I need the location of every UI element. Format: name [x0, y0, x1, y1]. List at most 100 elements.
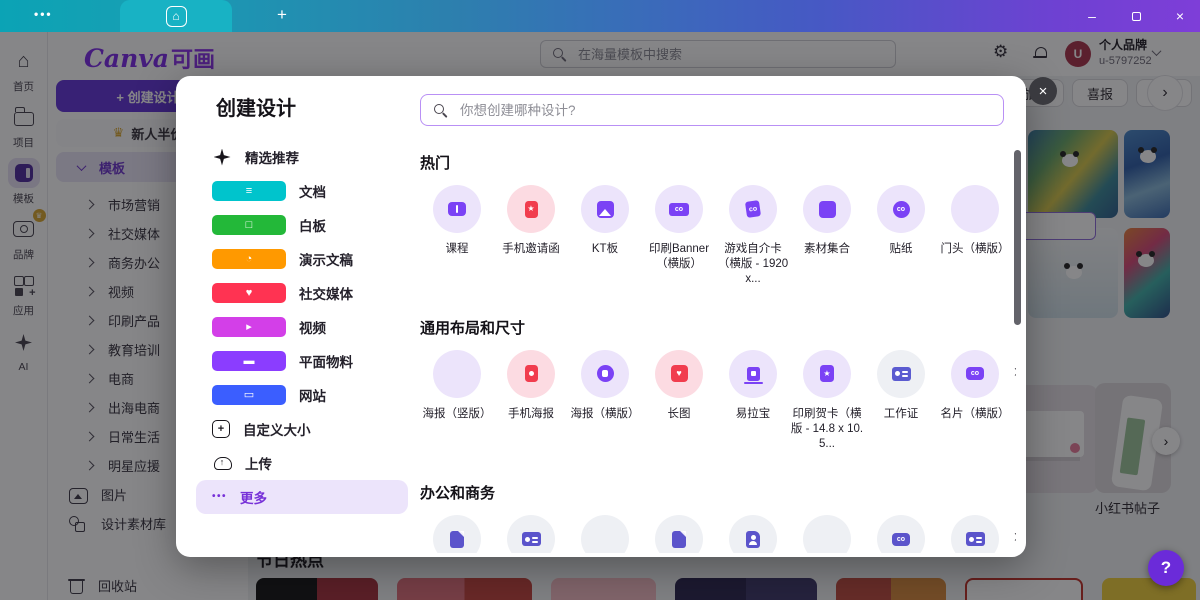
featured-sparkle-icon — [212, 147, 232, 167]
maximize-button[interactable] — [1128, 12, 1144, 21]
design-type-tile[interactable]: 课程 — [420, 185, 494, 288]
icon-mark: ♥ — [246, 288, 253, 299]
co-mark: co — [897, 536, 905, 543]
co-mark: co — [971, 370, 979, 377]
design-type-tile[interactable]: 易拉宝 — [716, 350, 790, 453]
tile-label: 印刷Banner（横版） — [642, 242, 716, 272]
section-title: 办公和商务 — [420, 482, 1016, 503]
tile-icon-circle — [507, 350, 555, 398]
design-type-tile[interactable]: 会议牌 — [790, 515, 864, 553]
modal-menu-item[interactable]: ↑上传 — [196, 446, 408, 480]
modal-menu-item[interactable]: ≡文档 — [196, 174, 408, 208]
modal-menu-label: 文档 — [299, 181, 326, 201]
banner-co-glyph: co — [669, 203, 689, 216]
tile-label: 手机海报 — [508, 407, 554, 422]
design-type-tile[interactable]: 圆角名片 — [938, 515, 1012, 553]
design-type-tile[interactable]: 海报（竖版） — [420, 350, 494, 453]
tile-icon-circle: co — [951, 350, 999, 398]
print-icon: ▬ — [212, 351, 286, 371]
window-menu-button[interactable]: ••• — [34, 7, 53, 21]
design-type-tile[interactable]: co 名片（横版） — [938, 350, 1012, 453]
tile-label: 名片（横版） — [941, 407, 1010, 422]
window-close-button[interactable]: × — [1172, 9, 1188, 23]
design-type-tile[interactable]: co贴纸 — [864, 185, 938, 288]
design-type-tile[interactable]: 授权书（横版）（模板） — [568, 515, 642, 553]
modal-scrollbar-track[interactable] — [1014, 142, 1021, 547]
design-type-tile[interactable]: 工作证 — [864, 350, 938, 453]
tile-label: 课程 — [446, 242, 469, 257]
design-type-tile[interactable]: KT板 — [568, 185, 642, 288]
person-doc-glyph — [746, 531, 760, 548]
icon-mark: ↑ — [220, 458, 225, 467]
maximize-icon — [1132, 12, 1141, 21]
grid-glyph — [819, 201, 836, 218]
heart-mark: ♥ — [676, 369, 681, 378]
tile-icon-circle: ★ — [507, 185, 555, 233]
modal-close-button[interactable]: × — [1029, 77, 1057, 105]
modal-menu-item[interactable]: +自定义大小 — [196, 412, 408, 446]
modal-menu-label: 网站 — [299, 385, 326, 405]
presentation-icon: ◔ — [212, 249, 286, 269]
design-type-tile[interactable]: 工作证 — [494, 515, 568, 553]
heart-square-glyph: ♥ — [671, 365, 688, 382]
shapes-glyph — [966, 200, 984, 218]
tile-icon-circle — [655, 515, 703, 553]
design-type-tile[interactable]: 手机海报 — [494, 350, 568, 453]
design-type-tile[interactable]: co游戏自介卡（横版 - 1920 x... — [716, 185, 790, 288]
modal-menu-label: 白板 — [299, 215, 326, 235]
design-type-tile[interactable]: co名片（竖版） — [864, 515, 938, 553]
wallet-co-glyph: co — [966, 367, 984, 380]
tile-row: 海报（竖版） 手机海报海报（横版）♥长图易拉宝★印刷贺卡（横版 - 14.8 x … — [420, 350, 1016, 453]
modal-menu-label: 精选推荐 — [245, 147, 299, 167]
modal-menu-item[interactable]: ◔演示文稿 — [196, 242, 408, 276]
design-type-tile[interactable]: 门头（横版） — [938, 185, 1012, 288]
design-section: 通用布局和尺寸海报（竖版）手机海报海报（横版）♥长图易拉宝★印刷贺卡（横版 - … — [420, 317, 1016, 453]
modal-content: 热门课程★手机邀请函KT板co印刷Banner（横版）co游戏自介卡（横版 - … — [420, 140, 1016, 553]
round-badge-glyph — [597, 365, 614, 382]
modal-menu-label: 更多 — [240, 487, 267, 507]
tile-icon-circle — [951, 185, 999, 233]
doc-glyph — [672, 531, 686, 548]
modal-menu-item[interactable]: ••• 更多 — [196, 480, 408, 514]
tile-icon-circle: co — [877, 515, 925, 553]
co-mark: co — [748, 205, 757, 213]
design-type-tile[interactable]: ♥长图 — [642, 350, 716, 453]
home-tab[interactable]: ⌂ — [120, 0, 232, 32]
modal-menu-item[interactable]: □白板 — [196, 208, 408, 242]
design-type-tile[interactable]: 证件照（竖版 - 25 x 35毫米） — [716, 515, 790, 553]
rollup-glyph — [747, 367, 760, 381]
design-type-tile[interactable]: ★印刷贺卡（横版 - 14.8 x 10.5... — [790, 350, 864, 453]
tile-icon-circle: ♥ — [655, 350, 703, 398]
design-type-tile[interactable]: ★手机邀请函 — [494, 185, 568, 288]
minimize-button[interactable]: – — [1084, 9, 1100, 23]
tile-icon-circle — [877, 350, 925, 398]
modal-scrollbar-thumb[interactable] — [1014, 150, 1021, 325]
phone-glyph — [525, 365, 538, 382]
help-button[interactable]: ? — [1148, 550, 1184, 586]
new-tab-button[interactable]: + — [277, 5, 287, 25]
more-dots-icon: ••• — [212, 487, 227, 507]
icon-mark: + — [218, 424, 224, 435]
modal-menu-item[interactable]: 精选推荐 — [196, 140, 408, 174]
canva-home-icon: ⌂ — [166, 6, 187, 27]
icon-mark: ▬ — [244, 356, 255, 367]
icon-mark: ▸ — [246, 322, 252, 333]
design-search-input[interactable] — [458, 102, 991, 119]
window-controls: – × — [1084, 0, 1188, 32]
tile-icon-circle — [507, 515, 555, 553]
design-type-tile[interactable]: co 印刷Banner（横版） — [642, 185, 716, 288]
modal-menu-item[interactable]: ▬平面物料 — [196, 344, 408, 378]
wallet-co-glyph: co — [892, 533, 910, 546]
design-type-tile[interactable]: 工作表（竖版） — [642, 515, 716, 553]
book-glyph — [448, 202, 466, 216]
design-type-tile[interactable]: 海报（横版） — [568, 350, 642, 453]
modal-menu-item[interactable]: ♥社交媒体 — [196, 276, 408, 310]
modal-menu-item[interactable]: ▭网站 — [196, 378, 408, 412]
tile-label: 门头（横版） — [941, 242, 1010, 257]
modal-menu-item[interactable]: ▸视频 — [196, 310, 408, 344]
icon-mark: ••• — [212, 492, 227, 502]
design-type-tile[interactable]: 提案书 — [420, 515, 494, 553]
doc-glyph — [450, 531, 464, 548]
card-star-glyph: ★ — [820, 365, 834, 382]
design-type-tile[interactable]: 素材集合 — [790, 185, 864, 288]
